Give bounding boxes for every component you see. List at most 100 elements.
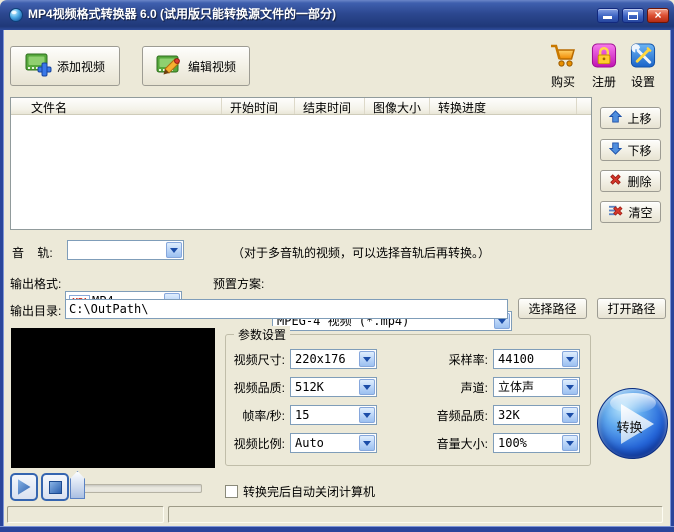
window-controls: × (597, 8, 669, 23)
delete-label: 删除 (627, 174, 652, 189)
volume-select[interactable]: 100% (493, 433, 580, 453)
clear-label: 清空 (628, 205, 653, 220)
convert-label: 转换 (616, 420, 643, 435)
buy-label: 购买 (550, 75, 575, 89)
minimize-button[interactable] (597, 8, 619, 23)
window-border-left (0, 30, 4, 532)
video-quality-value: 512K (295, 380, 324, 394)
edit-video-label: 编辑视频 (187, 59, 236, 74)
frame-rate-label: 帧率/秒: (242, 408, 285, 423)
maximize-button[interactable] (622, 8, 644, 23)
open-path-button[interactable]: 打开路径 (597, 298, 666, 319)
seek-slider-track[interactable] (76, 484, 202, 493)
close-icon: × (654, 8, 662, 22)
chevron-down-icon[interactable] (359, 435, 375, 451)
file-list-header: 文件名 开始时间 结束时间 图像大小 转换进度 (11, 98, 591, 115)
chevron-down-icon[interactable] (562, 351, 578, 367)
audio-track-label: 音 轨: (12, 246, 53, 260)
shutdown-label: 转换完后自动关闭计算机 (243, 485, 376, 499)
chevron-down-icon[interactable] (562, 407, 578, 423)
buy-button[interactable]: 购买 (543, 42, 583, 90)
output-dir-input[interactable] (65, 299, 508, 319)
stop-button[interactable] (41, 473, 69, 501)
aspect-ratio-select[interactable]: Auto (290, 433, 377, 453)
audio-quality-select[interactable]: 32K (493, 405, 580, 425)
convert-button[interactable]: 转换 (597, 388, 668, 459)
statusbar-panel-right (168, 506, 663, 523)
video-size-value: 220x176 (295, 352, 346, 366)
clear-button[interactable]: 清空 (600, 201, 661, 223)
volume-label: 音量大小: (436, 436, 488, 451)
audio-quality-value: 32K (498, 408, 520, 422)
settings-label: 设置 (630, 75, 655, 89)
settings-button[interactable]: 设置 (623, 42, 663, 90)
edit-video-button[interactable]: 编辑视频 (142, 46, 250, 86)
file-list[interactable]: 文件名 开始时间 结束时间 图像大小 转换进度 (10, 97, 592, 230)
register-label: 注册 (591, 75, 616, 89)
video-preview (11, 328, 215, 468)
chevron-down-icon[interactable] (359, 379, 375, 395)
app-window: MP4视频格式转换器 6.0 (试用版只能转换源文件的一部分) × 添加视频 编… (0, 0, 674, 532)
maximize-icon (628, 12, 638, 20)
window-border-bottom (0, 526, 674, 532)
video-size-select[interactable]: 220x176 (290, 349, 377, 369)
register-button[interactable]: 注册 (584, 42, 624, 90)
delete-button[interactable]: 删除 (600, 170, 661, 192)
output-dir-label: 输出目录: (10, 304, 62, 318)
window-border-right (670, 30, 674, 532)
audio-quality-label: 音频品质: (436, 408, 488, 423)
column-progress[interactable]: 转换进度 (430, 98, 577, 114)
stop-icon (48, 480, 62, 494)
video-quality-label: 视频品质: (233, 380, 285, 395)
close-button[interactable]: × (647, 8, 669, 23)
parameter-settings-group: 参数设置 视频尺寸: 220x176 采样率: 44100 视频品质: 512K… (225, 326, 591, 466)
chevron-down-icon[interactable] (562, 435, 578, 451)
sample-rate-select[interactable]: 44100 (493, 349, 580, 369)
chevron-down-icon[interactable] (359, 351, 375, 367)
aspect-ratio-label: 视频比例: (233, 436, 285, 451)
volume-value: 100% (498, 436, 527, 450)
audio-track-hint: （对于多音轨的视频，可以选择音轨后再转换。） (232, 246, 491, 260)
move-down-label: 下移 (627, 143, 652, 158)
shutdown-checkbox[interactable] (225, 485, 238, 498)
film-plus-icon (25, 52, 52, 80)
file-list-body[interactable] (11, 115, 591, 229)
parameter-settings-title: 参数设置 (234, 326, 291, 343)
aspect-ratio-value: Auto (295, 436, 324, 450)
add-video-button[interactable]: 添加视频 (10, 46, 120, 86)
play-button[interactable] (10, 473, 38, 501)
lock-icon (590, 43, 618, 72)
choose-path-label: 选择路径 (528, 302, 577, 316)
move-up-label: 上移 (627, 111, 652, 126)
chevron-down-icon[interactable] (359, 407, 375, 423)
move-down-button[interactable]: 下移 (600, 139, 661, 161)
column-end-time[interactable]: 结束时间 (295, 98, 365, 114)
preset-label: 预置方案: (213, 277, 265, 291)
move-up-button[interactable]: 上移 (600, 107, 661, 129)
audio-track-select[interactable] (67, 240, 184, 260)
open-path-label: 打开路径 (607, 302, 656, 316)
column-filename[interactable]: 文件名 (11, 98, 222, 114)
minimize-icon (603, 16, 612, 19)
film-pencil-icon (156, 52, 183, 80)
tools-icon (629, 43, 657, 72)
chevron-down-icon[interactable] (562, 379, 578, 395)
sample-rate-value: 44100 (498, 352, 535, 366)
column-image-size[interactable]: 图像大小 (365, 98, 430, 114)
titlebar[interactable]: MP4视频格式转换器 6.0 (试用版只能转换源文件的一部分) × (0, 0, 674, 30)
seek-slider-thumb[interactable] (70, 471, 85, 499)
channels-value: 立体声 (498, 380, 535, 394)
channels-label: 声道: (460, 380, 488, 395)
app-icon[interactable] (8, 7, 24, 23)
frame-rate-select[interactable]: 15 (290, 405, 377, 425)
chevron-down-icon[interactable] (166, 242, 182, 258)
list-red-x-icon (608, 204, 624, 220)
column-start-time[interactable]: 开始时间 (222, 98, 295, 114)
frame-rate-value: 15 (295, 408, 310, 422)
video-quality-select[interactable]: 512K (290, 377, 377, 397)
window-title: MP4视频格式转换器 6.0 (试用版只能转换源文件的一部分) (28, 7, 337, 21)
arrow-down-icon (609, 142, 623, 158)
choose-path-button[interactable]: 选择路径 (518, 298, 587, 319)
channels-select[interactable]: 立体声 (493, 377, 580, 397)
column-filler (577, 98, 591, 114)
